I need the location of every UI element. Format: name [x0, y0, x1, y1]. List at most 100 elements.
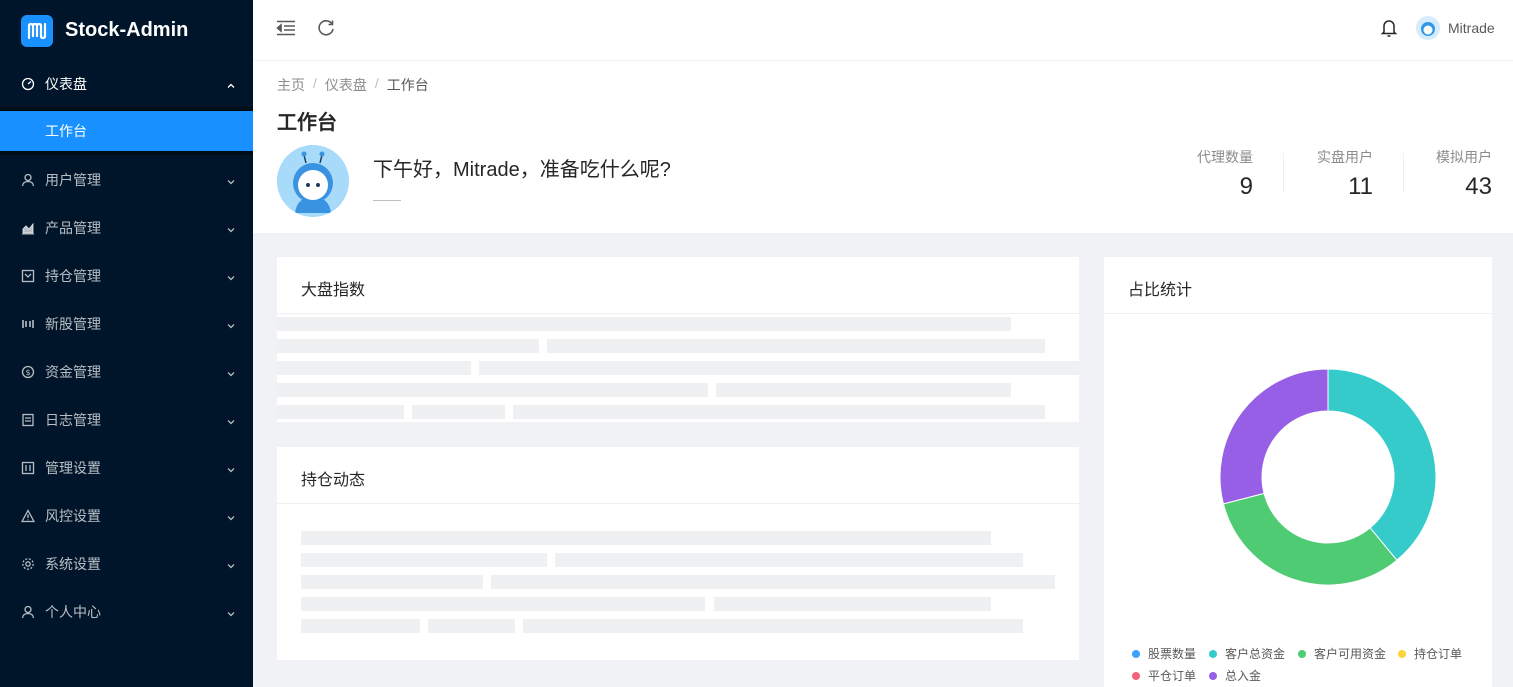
skeleton-line: [301, 619, 420, 633]
settings-panel-icon: [21, 461, 35, 475]
breadcrumb-dashboard[interactable]: 仪表盘: [325, 75, 367, 95]
skeleton-line: [412, 405, 505, 419]
gear-icon: [21, 557, 35, 571]
legend-dot: [1209, 649, 1217, 658]
legend-item[interactable]: 股票数量: [1132, 645, 1196, 662]
skeleton-line: [523, 619, 1023, 633]
warning-icon: [21, 509, 35, 523]
legend-label: 平仓订单: [1148, 669, 1197, 683]
breadcrumb-current: 工作台: [386, 77, 429, 93]
sidebar-item-dollar[interactable]: $ 资金管理: [0, 348, 253, 396]
sidebar-item-label: 用户管理: [45, 172, 101, 188]
stat-value: 43: [1465, 173, 1492, 200]
sidebar-item-ipo[interactable]: 新股管理: [0, 300, 253, 348]
user-icon: [21, 605, 35, 619]
page-title: 工作台: [277, 112, 337, 134]
legend-label: 持仓订单: [1414, 647, 1463, 661]
legend-dot: [1398, 649, 1406, 658]
skeleton-line: [301, 597, 705, 611]
skeleton-line: [277, 405, 404, 419]
skeleton-line: [491, 575, 1055, 589]
donut-slice-1[interactable]: [1327, 368, 1437, 561]
sidebar-item-label: 新股管理: [45, 316, 101, 332]
chevron-down-icon: [226, 318, 236, 329]
breadcrumb: 主页 / 仪表盘 / 工作台: [277, 75, 429, 95]
donut-slice-2[interactable]: [1222, 492, 1398, 586]
sidebar-item-warning[interactable]: 风控设置: [0, 492, 253, 540]
sidebar-item-user[interactable]: 个人中心: [0, 588, 253, 636]
chevron-down-icon: [226, 462, 236, 473]
chevron-down-icon: [226, 366, 236, 377]
sidebar-item-label: 产品管理: [45, 220, 101, 236]
app-logo[interactable]: Stock-Admin: [0, 0, 253, 61]
skeleton-line: [277, 339, 539, 353]
skeleton-line: [301, 531, 991, 545]
chevron-down-icon: [226, 414, 236, 425]
refresh-icon[interactable]: [315, 17, 337, 39]
skeleton-line: [301, 553, 547, 567]
chevron-up-icon: [226, 78, 236, 88]
card-title: 持仓动态: [301, 472, 366, 489]
collapse-menu-icon[interactable]: [275, 17, 297, 39]
legend-dot: [1132, 649, 1140, 658]
legend-dot: [1132, 671, 1140, 680]
log-icon: [21, 413, 35, 427]
sidebar-item-area-chart[interactable]: 产品管理: [0, 204, 253, 252]
stat-label: 代理数量: [1197, 149, 1253, 165]
sidebar-item-log[interactable]: 日志管理: [0, 396, 253, 444]
breadcrumb-home[interactable]: 主页: [277, 75, 305, 95]
sidebar-item-settings-panel[interactable]: 管理设置: [0, 444, 253, 492]
sidebar-item-label: 资金管理: [45, 364, 101, 380]
chevron-down-icon: [226, 510, 236, 521]
greeting-text: 下午好，Mitrade，准备吃什么呢?: [373, 159, 671, 181]
app-name: Stock-Admin: [65, 19, 189, 41]
skeleton-line: [513, 405, 1045, 419]
sidebar: Stock-Admin 仪表盘用户管理产品管理持仓管理新股管理 $ 资金管理日志管理…: [0, 0, 253, 687]
chevron-down-icon: [226, 222, 236, 233]
sidebar-item-gear[interactable]: 系统设置: [0, 540, 253, 588]
sidebar-item-label: 仪表盘: [45, 76, 87, 92]
sidebar-item-label: 系统设置: [45, 556, 101, 572]
sidebar-item-label: 日志管理: [45, 412, 101, 428]
chevron-down-icon: [226, 558, 236, 569]
stat-demo-users: 模拟用户 43: [1436, 147, 1492, 201]
sidebar-item-label: 持仓管理: [45, 268, 101, 284]
user-name[interactable]: Mitrade: [1448, 20, 1495, 36]
chevron-down-icon: [226, 174, 236, 185]
stat-agents: 代理数量 9: [1197, 147, 1253, 201]
sidebar-item-position[interactable]: 持仓管理: [0, 252, 253, 300]
svg-text:$: $: [25, 368, 30, 377]
position-icon: [21, 269, 35, 283]
legend-label: 总入金: [1225, 669, 1262, 683]
sidebar-item-label: 管理设置: [45, 460, 101, 476]
stat-value: 11: [1348, 173, 1373, 200]
avatar: [277, 145, 349, 217]
sidebar-item-dashboard[interactable]: 仪表盘: [0, 60, 253, 108]
stat-value: 9: [1239, 173, 1253, 200]
skeleton-line: [714, 597, 991, 611]
skeleton-line: [301, 575, 483, 589]
legend-item[interactable]: 总入金: [1209, 667, 1261, 684]
logo-icon: [21, 14, 53, 47]
legend-item[interactable]: 客户总资金: [1209, 645, 1285, 662]
legend-item[interactable]: 客户可用资金: [1298, 645, 1386, 662]
donut-slice-5[interactable]: [1219, 368, 1329, 505]
bell-icon[interactable]: [1379, 17, 1399, 39]
legend-label: 客户总资金: [1225, 647, 1286, 661]
user-avatar[interactable]: [1416, 16, 1440, 40]
sidebar-item-users[interactable]: 用户管理: [0, 156, 253, 204]
dollar-icon: $: [21, 365, 35, 379]
legend-item[interactable]: 平仓订单: [1132, 667, 1196, 684]
skeleton-line: [277, 361, 471, 375]
legend-item[interactable]: 持仓订单: [1398, 645, 1462, 662]
area-chart-icon: [21, 221, 35, 235]
ratio-stats-card: 占比统计 股票数量 客户总资金 客户可用资金 持仓订单 平仓订单 总入金: [1104, 257, 1492, 687]
sidebar-subitem-workbench[interactable]: 工作台: [0, 111, 253, 151]
card-title: 大盘指数: [301, 282, 366, 299]
chevron-down-icon: [226, 606, 236, 617]
position-feed-card: 持仓动态: [277, 447, 1079, 660]
donut-chart: [1219, 368, 1437, 586]
legend-dot: [1298, 649, 1306, 658]
skeleton-line: [547, 339, 1045, 353]
sidebar-item-label: 风控设置: [45, 508, 101, 524]
